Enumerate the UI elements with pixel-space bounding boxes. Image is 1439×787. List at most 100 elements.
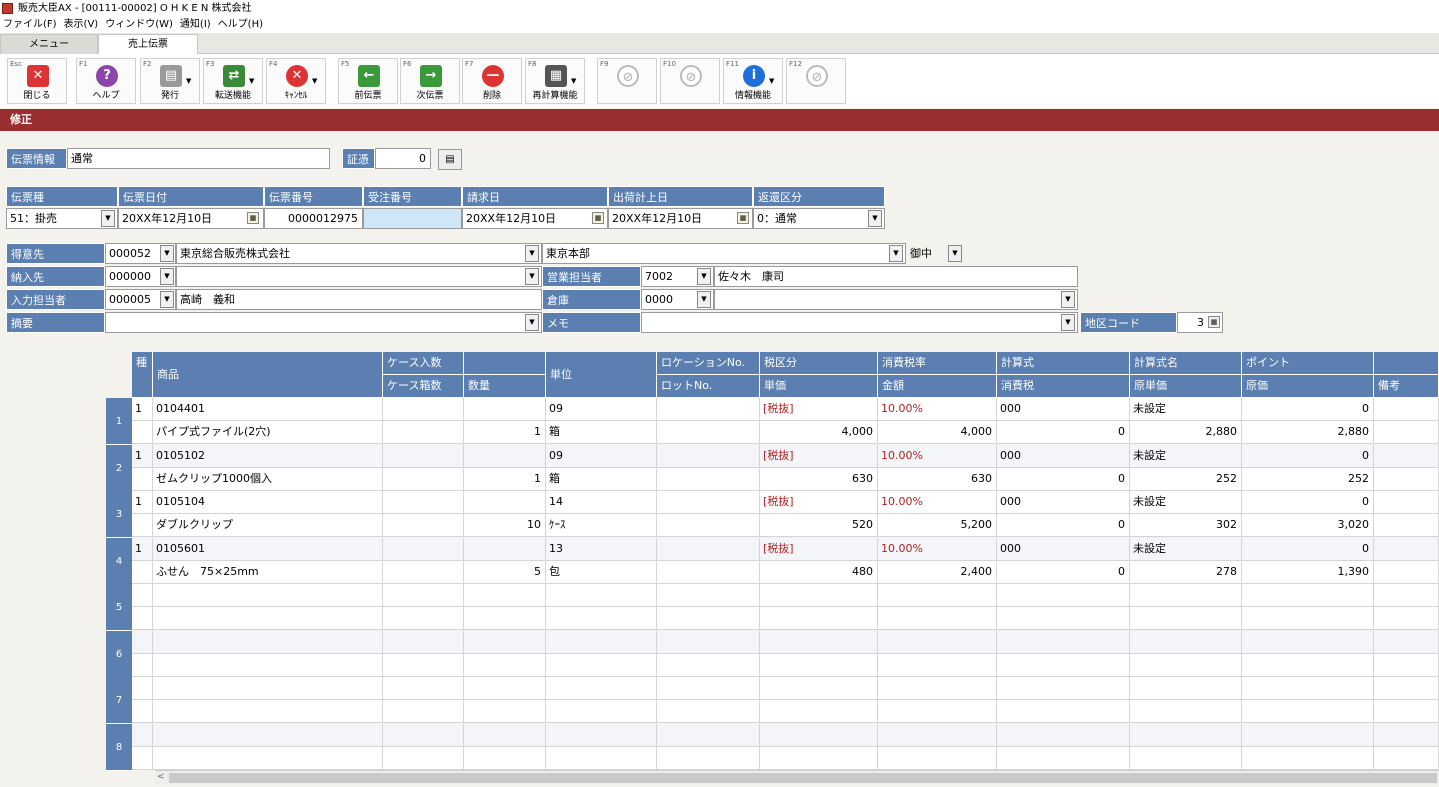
cell-remarks[interactable] <box>1374 561 1439 584</box>
cell-blank[interactable] <box>657 607 760 630</box>
cell-price[interactable]: 480 <box>760 561 878 584</box>
row-number[interactable]: 7 <box>106 677 132 724</box>
cell-tax[interactable] <box>760 677 878 700</box>
chevron-down-icon[interactable]: ▼ <box>868 210 882 227</box>
cell-case_box[interactable] <box>383 607 464 630</box>
return-type-select[interactable]: 0：通常 <box>753 208 885 229</box>
cell-unit_code[interactable]: 09 <box>546 398 657 421</box>
cell-rate[interactable]: 10.00% <box>878 398 997 421</box>
toolbar-button-f3[interactable]: F3 ⇄ ▼ 転送機能 <box>203 58 263 104</box>
cell-blank[interactable] <box>657 561 760 584</box>
cell-kind[interactable] <box>132 677 153 700</box>
cell-remarks[interactable] <box>1374 700 1439 723</box>
chevron-down-icon[interactable]: ▼ <box>1061 314 1075 331</box>
warehouse-name-input[interactable] <box>714 289 1078 310</box>
row-number[interactable]: 6 <box>106 631 132 678</box>
cell-tax_amt[interactable] <box>997 747 1130 770</box>
cell-code[interactable] <box>153 724 383 747</box>
cell-blank[interactable] <box>1374 631 1439 654</box>
cell-amount[interactable] <box>878 654 997 677</box>
cell-cost_unit[interactable]: 2,880 <box>1130 421 1242 444</box>
cell-name[interactable] <box>153 654 383 677</box>
chevron-down-icon[interactable]: ▼ <box>571 77 576 85</box>
toolbar-button-f10[interactable]: F10 ⊘ <box>660 58 720 104</box>
toolbar-button-f2[interactable]: F2 ▤ ▼ 発行 <box>140 58 200 104</box>
cell-cost[interactable]: 2,880 <box>1242 421 1374 444</box>
cell-kind[interactable]: 1 <box>132 538 153 561</box>
cell-unit_code[interactable]: 09 <box>546 445 657 468</box>
cell-blank[interactable] <box>132 421 153 444</box>
cell-blank[interactable] <box>657 747 760 770</box>
cell-unit[interactable]: ｹｰｽ <box>546 514 657 537</box>
chevron-down-icon[interactable]: ▼ <box>889 245 903 262</box>
cell-cost[interactable] <box>1242 654 1374 677</box>
cell-blank[interactable] <box>1374 491 1439 514</box>
cell-case_qty[interactable] <box>383 677 464 700</box>
cell-case_box[interactable] <box>383 421 464 444</box>
cell-blank[interactable] <box>132 607 153 630</box>
cell-unit[interactable]: 箱 <box>546 421 657 444</box>
attachment-icon[interactable]: ▤ <box>438 149 462 170</box>
cell-name[interactable] <box>153 700 383 723</box>
cell-formula[interactable] <box>997 677 1130 700</box>
cell-amount[interactable] <box>878 700 997 723</box>
cell-tax_amt[interactable]: 0 <box>997 421 1130 444</box>
cell-case_qty[interactable] <box>383 398 464 421</box>
cell-qty[interactable]: 1 <box>464 421 546 444</box>
toolbar-button-f6[interactable]: F6 → 次伝票 <box>400 58 460 104</box>
chevron-down-icon[interactable]: ▼ <box>769 77 774 85</box>
cell-qty[interactable]: 10 <box>464 514 546 537</box>
toolbar-button-f9[interactable]: F9 ⊘ <box>597 58 657 104</box>
cell-rate[interactable]: 10.00% <box>878 491 997 514</box>
chevron-down-icon[interactable]: ▼ <box>948 245 962 262</box>
cell-unit[interactable] <box>546 700 657 723</box>
row-number[interactable]: 8 <box>106 724 132 771</box>
cell-tax[interactable]: [税抜] <box>760 445 878 468</box>
cell-code[interactable] <box>153 631 383 654</box>
cell-cost_unit[interactable]: 278 <box>1130 561 1242 584</box>
cell-name[interactable] <box>153 607 383 630</box>
row-number[interactable]: 3 <box>106 491 132 538</box>
chevron-down-icon[interactable]: ▼ <box>525 245 539 262</box>
cell-case_qty[interactable] <box>383 491 464 514</box>
cell-cost_unit[interactable] <box>1130 654 1242 677</box>
cell-blank[interactable] <box>1374 398 1439 421</box>
cell-tax[interactable] <box>760 724 878 747</box>
toolbar-button-f7[interactable]: F7 — 削除 <box>462 58 522 104</box>
chevron-down-icon[interactable]: ▼ <box>249 77 254 85</box>
toolbar-button-f12[interactable]: F12 ⊘ <box>786 58 846 104</box>
menu-view[interactable]: 表示(V) <box>61 17 103 33</box>
cell-point[interactable] <box>1242 724 1374 747</box>
cell-cost_unit[interactable]: 252 <box>1130 468 1242 491</box>
cell-blank[interactable] <box>657 724 760 747</box>
cell-unit[interactable]: 箱 <box>546 468 657 491</box>
toolbar-button-f4[interactable]: F4 ✕ ▼ ｷｬﾝｾﾙ <box>266 58 326 104</box>
cell-tax_amt[interactable]: 0 <box>997 561 1130 584</box>
cell-blank[interactable] <box>657 538 760 561</box>
cell-cost[interactable] <box>1242 747 1374 770</box>
menu-notify[interactable]: 通知(I) <box>177 17 215 33</box>
cell-formula[interactable]: 000 <box>997 398 1130 421</box>
cell-formula_name[interactable]: 未設定 <box>1130 398 1242 421</box>
cell-case_box[interactable] <box>383 561 464 584</box>
cell-tax_amt[interactable]: 0 <box>997 468 1130 491</box>
sales-rep-name-input[interactable]: 佐々木 康司 <box>714 266 1078 287</box>
row-number[interactable]: 2 <box>106 445 132 492</box>
cell-tax_amt[interactable] <box>997 607 1130 630</box>
menu-window[interactable]: ウィンドウ(W) <box>102 17 177 33</box>
chevron-down-icon[interactable]: ▼ <box>160 291 174 308</box>
cell-qty[interactable] <box>464 700 546 723</box>
cell-blank[interactable] <box>1374 445 1439 468</box>
chevron-down-icon[interactable]: ▼ <box>160 268 174 285</box>
cell-blank[interactable] <box>464 538 546 561</box>
chevron-down-icon[interactable]: ▼ <box>101 210 115 227</box>
cell-point[interactable] <box>1242 631 1374 654</box>
cell-tax[interactable]: [税抜] <box>760 398 878 421</box>
cell-price[interactable] <box>760 700 878 723</box>
cell-tax[interactable] <box>760 584 878 607</box>
cell-code[interactable]: 0105104 <box>153 491 383 514</box>
cell-case_box[interactable] <box>383 747 464 770</box>
cell-cost_unit[interactable] <box>1130 700 1242 723</box>
tab-sales-slip[interactable]: 売上伝票 <box>98 34 198 55</box>
cell-formula_name[interactable] <box>1130 584 1242 607</box>
